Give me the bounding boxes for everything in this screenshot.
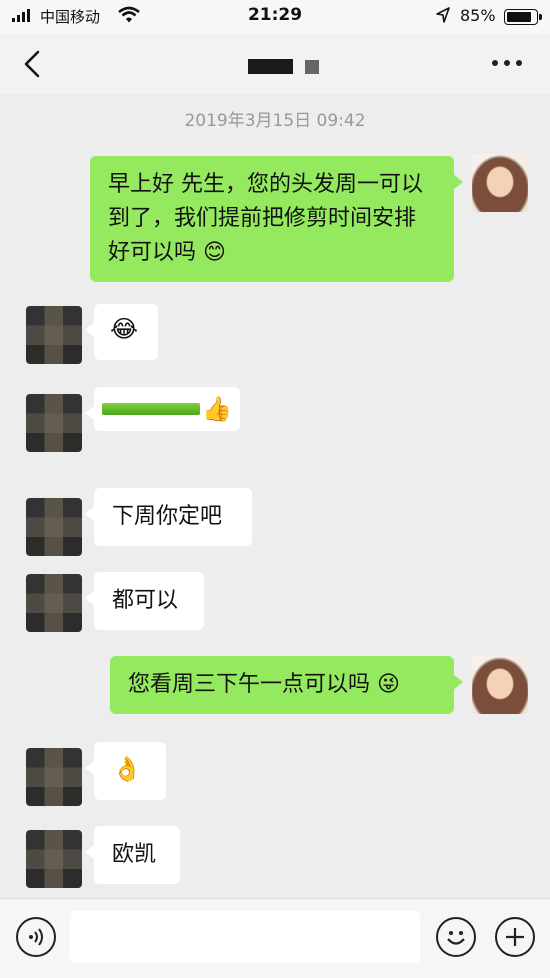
voice-icon[interactable] [16,917,56,957]
message-text: 早上好 先生，您的头发周一可以到了，我们提前把修剪时间安排好可以吗 😊 [108,172,423,265]
message-text: 您看周三下午一点可以吗 😜 [128,672,400,697]
more-dots-icon[interactable] [492,60,526,70]
status-bar: 中国移动 21:29 85% [0,0,550,34]
emoji-icon[interactable] [436,917,476,957]
battery-icon [504,9,542,25]
progress-bar [102,403,201,415]
my-avatar[interactable] [472,154,528,212]
contact-name-redacted [248,59,319,74]
contact-avatar[interactable] [26,830,82,888]
message-bubble-incoming[interactable]: 👍 [85,387,240,431]
plus-icon [506,928,524,946]
message-bubble-outgoing[interactable]: 早上好 先生，您的头发周一可以到了，我们提前把修剪时间安排好可以吗 😊 [90,156,463,282]
input-bar [0,898,550,978]
my-avatar[interactable] [472,656,528,714]
message-text: 欧凯 [112,842,157,867]
message-bubble-incoming[interactable]: 😂 [85,304,158,360]
message-bubble-outgoing[interactable]: 您看周三下午一点可以吗 😜 [110,656,463,714]
chat-screen: 中国移动 21:29 85% 2019年3月15日 09:42 早上好 先生，您… [0,0,550,978]
contact-avatar[interactable] [26,306,82,364]
message-list[interactable]: 2019年3月15日 09:42 早上好 先生，您的头发周一可以到了，我们提前把… [0,94,550,898]
contact-avatar[interactable] [26,394,82,452]
nav-bar [0,34,550,94]
progress-fill [102,403,201,415]
thumbs-up-emoji: 👍 [202,395,232,423]
contact-avatar[interactable] [26,498,82,556]
message-text: 👌 [112,755,142,783]
message-text: 😂 [110,315,139,343]
contact-avatar[interactable] [26,574,82,632]
message-input[interactable] [70,911,420,963]
message-bubble-incoming[interactable]: 👌 [85,742,166,800]
message-bubble-incoming[interactable]: 欧凯 [85,826,180,884]
message-text: 下周你定吧 [112,504,223,529]
message-bubble-incoming[interactable]: 都可以 [85,572,204,630]
contact-avatar[interactable] [26,748,82,806]
message-bubble-incoming[interactable]: 下周你定吧 [85,488,252,546]
location-arrow-icon [436,7,450,23]
plus-icon[interactable] [495,917,535,957]
message-text: 都可以 [112,588,179,613]
chevron-left-icon[interactable] [18,48,48,80]
battery-fill [507,12,531,22]
battery-percent: 85% [460,6,496,25]
emoji-icon [447,931,465,945]
voice-icon [29,928,43,946]
message-timestamp: 2019年3月15日 09:42 [184,111,366,131]
